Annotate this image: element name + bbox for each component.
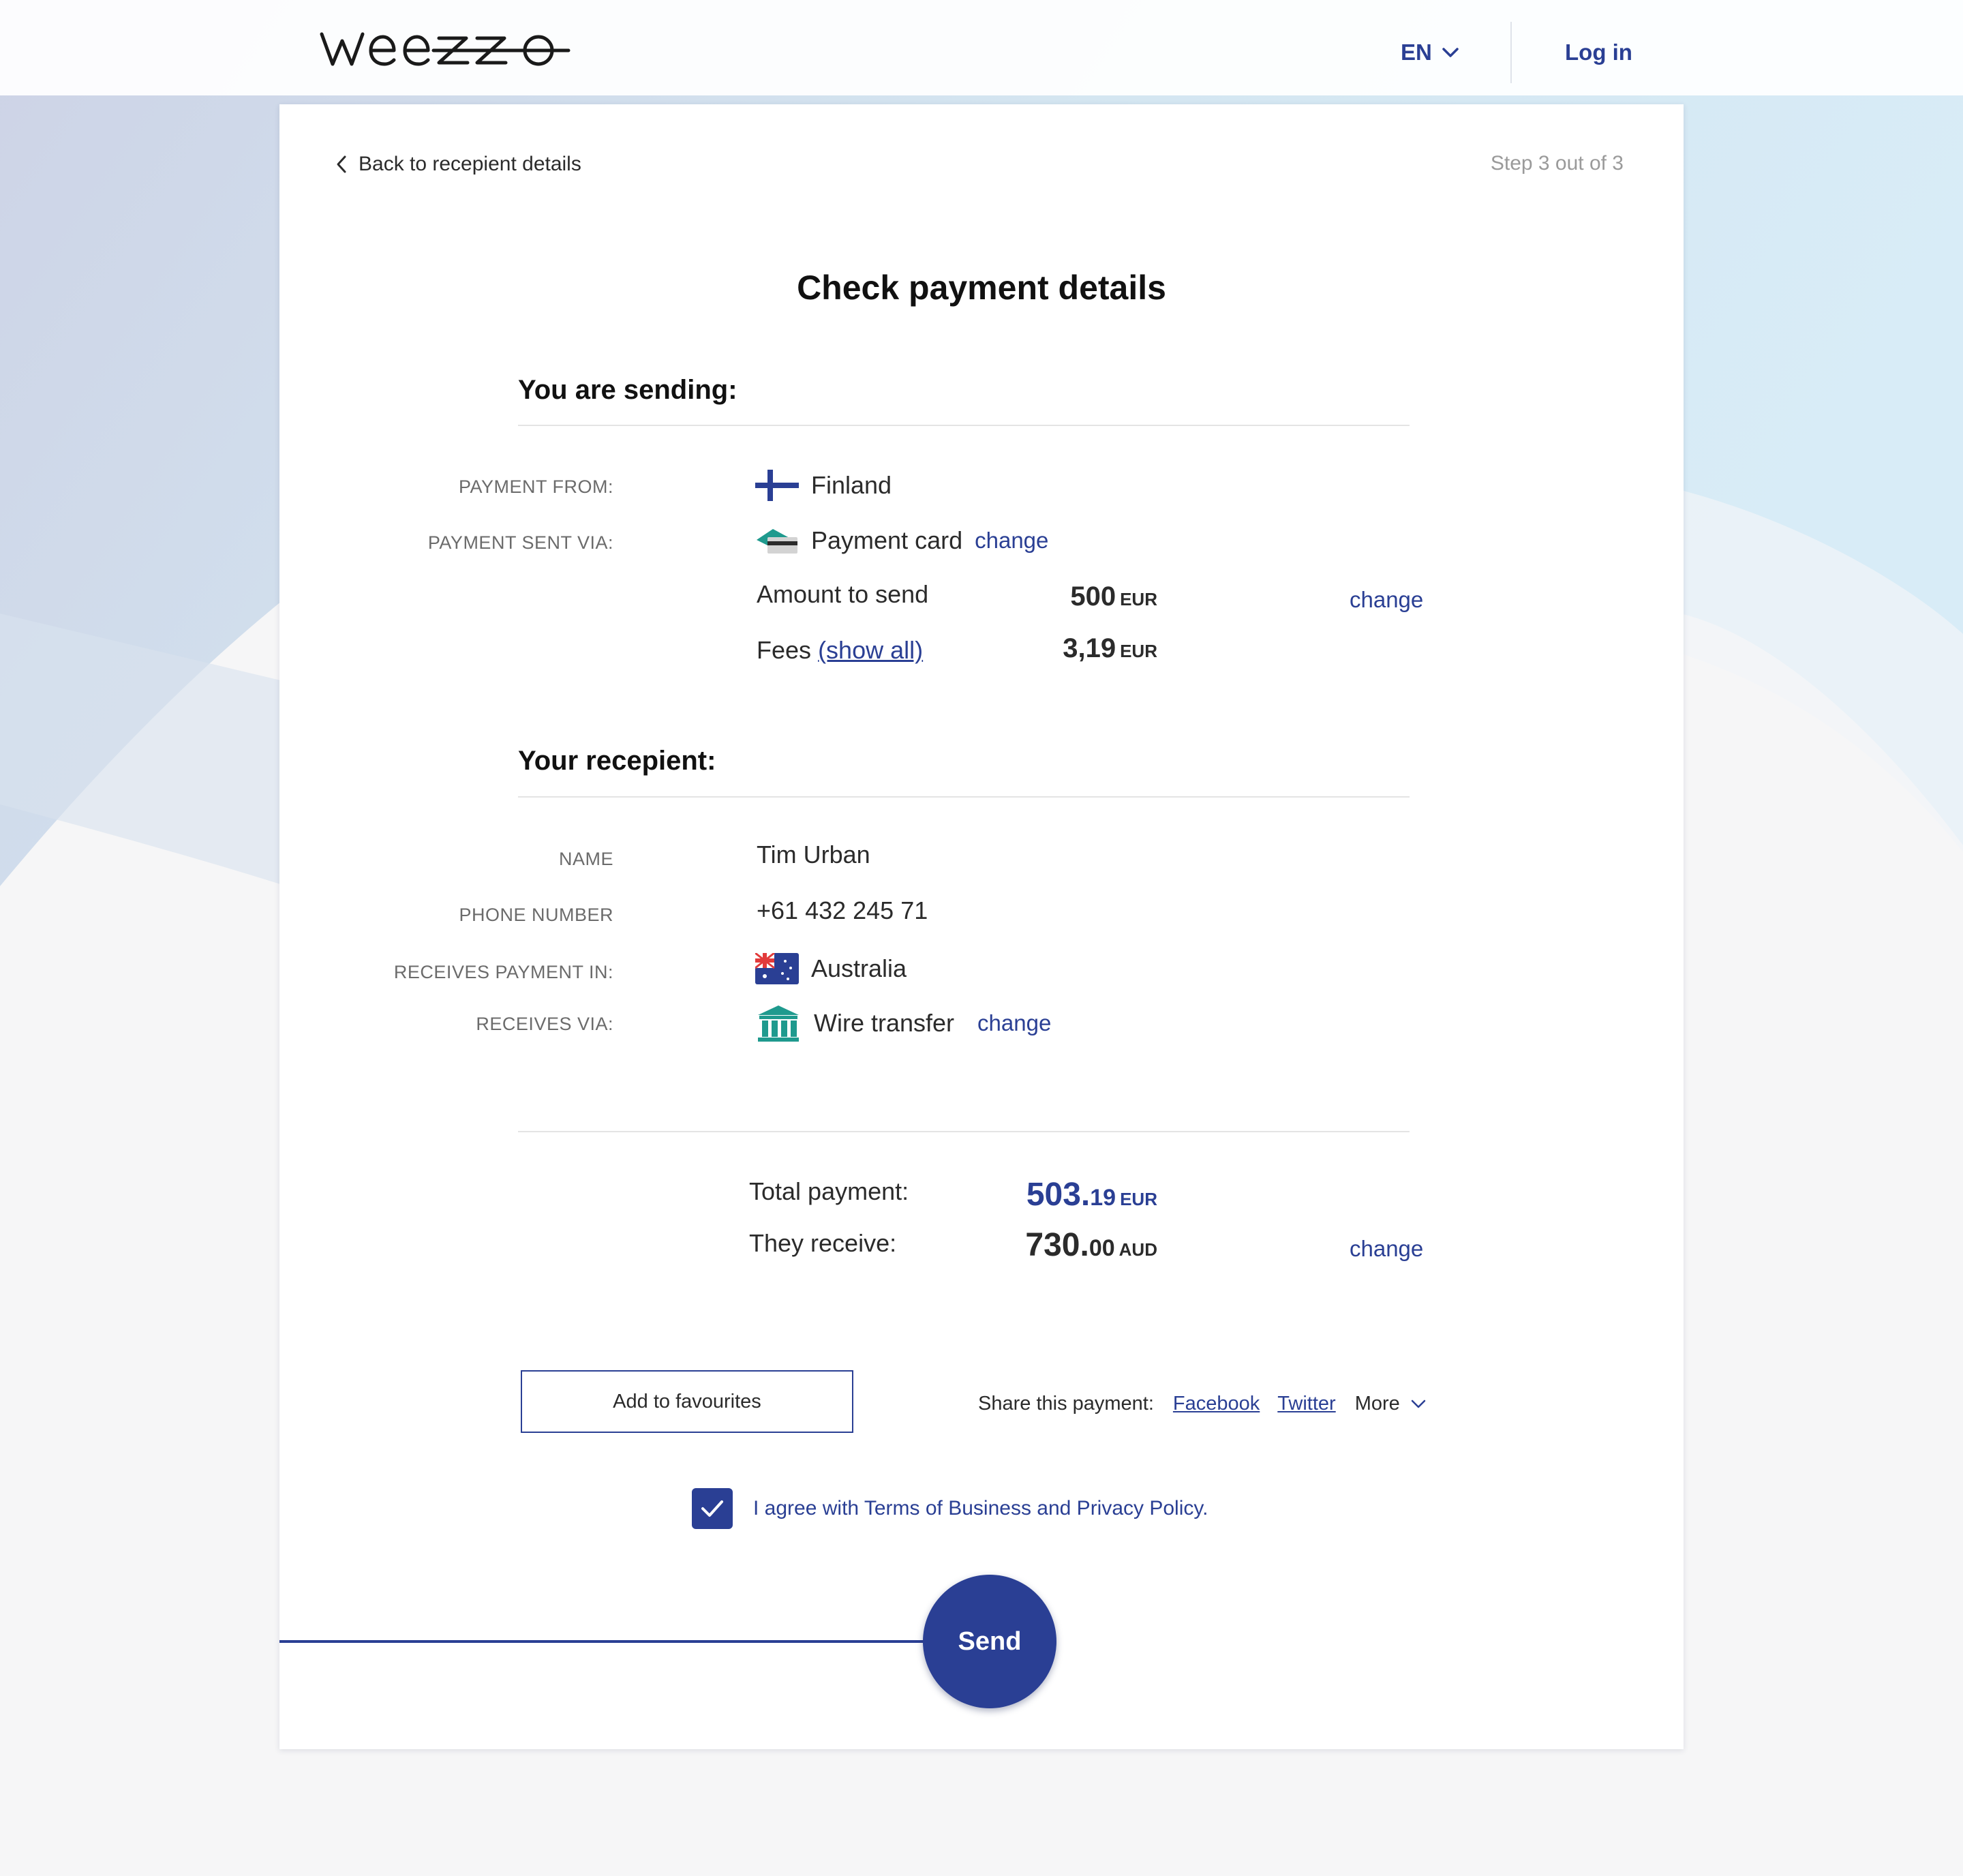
recipient-name-label: NAME xyxy=(558,849,613,869)
recipient-name-value: Tim Urban xyxy=(757,841,870,868)
receive-currency: AUD xyxy=(1119,1239,1157,1260)
chevron-down-icon xyxy=(1442,48,1459,57)
total-whole: 503. xyxy=(1026,1177,1091,1213)
weezzo-logo[interactable] xyxy=(319,23,573,71)
share-more-label: More xyxy=(1354,1392,1400,1414)
chevron-left-icon xyxy=(337,155,346,173)
total-payment-label: Total payment: xyxy=(749,1177,909,1205)
receives-via-label: RECEIVES VIA: xyxy=(476,1014,613,1034)
receive-whole: 730. xyxy=(1025,1227,1089,1263)
terms-agreement: I agree with Terms of Business and Priva… xyxy=(692,1488,1208,1529)
recipient-phone-label: PHONE NUMBER xyxy=(459,905,613,925)
payment-card-panel: Back to recepient details Step 3 out of … xyxy=(279,104,1684,1749)
sending-divider xyxy=(518,425,1410,426)
fees-currency: EUR xyxy=(1120,641,1157,661)
language-selector[interactable]: EN xyxy=(1401,35,1461,70)
back-link[interactable]: Back to recepient details xyxy=(334,149,581,179)
share-payment-bar: Share this payment: Facebook Twitter Mor… xyxy=(978,1390,1427,1417)
share-more-dropdown[interactable]: More xyxy=(1355,1393,1427,1415)
share-label: Share this payment: xyxy=(978,1392,1154,1414)
send-button[interactable]: Send xyxy=(923,1575,1056,1708)
they-receive-value: 730. 00 AUD xyxy=(1025,1226,1157,1264)
bank-icon xyxy=(758,1005,799,1042)
sent-via-label: PAYMENT SENT VIA: xyxy=(427,532,613,553)
receives-in-value: Australia xyxy=(755,953,907,984)
back-label: Back to recepient details xyxy=(359,153,581,175)
change-payment-method-link[interactable]: change xyxy=(975,528,1048,554)
fees-number: 3,19 xyxy=(1063,633,1116,663)
fees-label: Fees xyxy=(757,636,812,664)
total-decimal: 19 xyxy=(1090,1185,1116,1211)
checkmark-icon xyxy=(701,1500,723,1517)
share-facebook-link[interactable]: Facebook xyxy=(1173,1393,1260,1415)
finland-flag-icon xyxy=(755,470,799,501)
amount-currency: EUR xyxy=(1120,589,1157,609)
sending-section-title: You are sending: xyxy=(518,375,737,405)
receives-via-method: Wire transfer xyxy=(814,1009,955,1037)
fees-show-all-link[interactable]: (show all) xyxy=(818,636,923,664)
payment-from-value: Finland xyxy=(755,470,892,501)
agree-text: I agree with Terms of Business and Priva… xyxy=(753,1497,1208,1519)
header-divider xyxy=(1510,22,1512,83)
change-receive-amount-link[interactable]: change xyxy=(1350,1236,1423,1262)
receives-in-country: Australia xyxy=(811,954,907,982)
payment-from-label: PAYMENT FROM: xyxy=(458,476,613,497)
send-progress-line xyxy=(279,1640,934,1643)
agree-checkbox[interactable] xyxy=(692,1488,733,1529)
recipient-phone-value: +61 432 245 71 xyxy=(757,896,928,924)
change-amount-link[interactable]: change xyxy=(1350,587,1423,613)
login-link[interactable]: Log in xyxy=(1565,35,1632,70)
share-twitter-link[interactable]: Twitter xyxy=(1277,1393,1335,1415)
sent-via-value: Payment card change xyxy=(755,525,1048,556)
payment-from-country: Finland xyxy=(811,471,892,499)
add-to-favourites-button[interactable]: Add to favourites xyxy=(521,1370,853,1433)
australia-flag-icon xyxy=(755,953,799,984)
receive-decimal: 00 xyxy=(1089,1235,1115,1261)
fees-row: Fees (show all) xyxy=(757,636,923,665)
chevron-down-icon xyxy=(1411,1400,1426,1408)
they-receive-label: They receive: xyxy=(749,1229,897,1257)
payment-card-icon xyxy=(757,529,797,554)
step-indicator: Step 3 out of 3 xyxy=(1490,152,1624,175)
total-currency: EUR xyxy=(1120,1189,1157,1209)
sent-via-method: Payment card xyxy=(811,526,963,554)
recipient-section-title: Your recepient: xyxy=(518,746,716,776)
recipient-divider xyxy=(518,796,1410,798)
totals-divider xyxy=(518,1131,1410,1132)
fees-value: 3,19 EUR xyxy=(1063,633,1157,664)
receives-via-value: Wire transfer change xyxy=(755,1004,1051,1042)
top-navigation-bar: EN Log in xyxy=(0,0,1963,95)
amount-to-send-label: Amount to send xyxy=(757,580,929,608)
language-label: EN xyxy=(1401,40,1432,65)
page-title: Check payment details xyxy=(797,269,1166,307)
change-receive-method-link[interactable]: change xyxy=(977,1010,1051,1036)
amount-to-send-value: 500 EUR xyxy=(1070,581,1157,612)
total-payment-value: 503. 19 EUR xyxy=(1026,1176,1157,1213)
amount-number: 500 xyxy=(1070,581,1116,611)
receives-in-label: RECEIVES PAYMENT IN: xyxy=(393,962,613,982)
